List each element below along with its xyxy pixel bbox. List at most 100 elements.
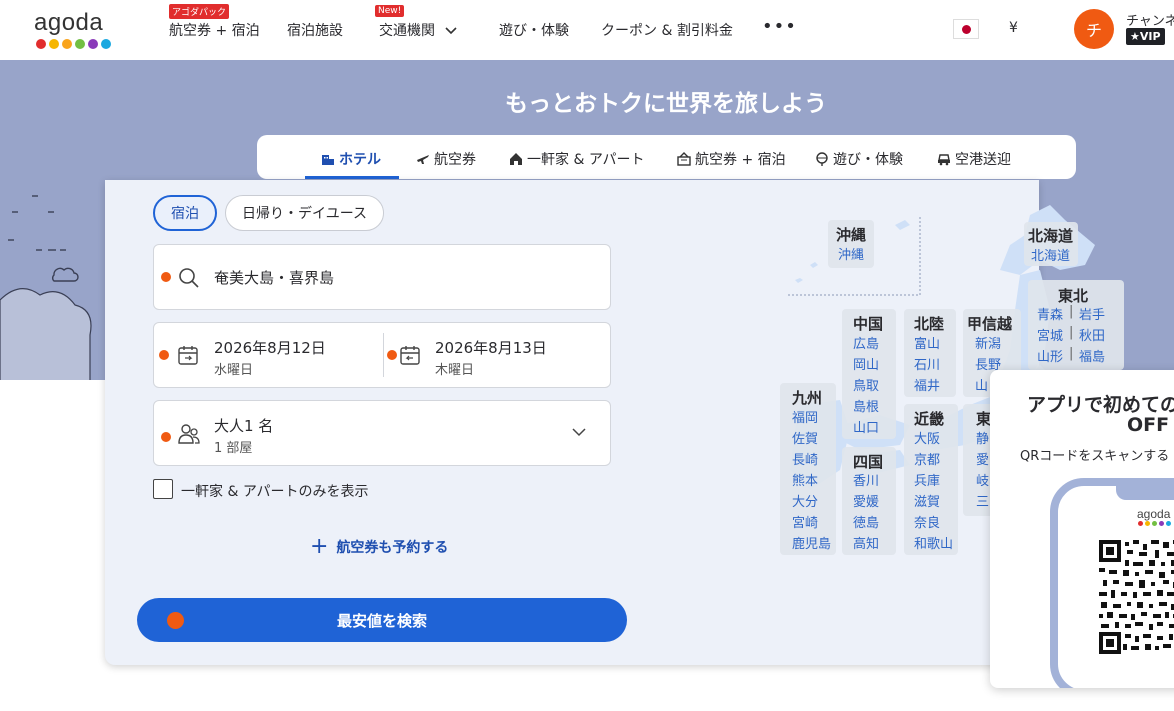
- stay-type-overnight[interactable]: 宿泊: [153, 195, 217, 231]
- region-hokuriku-name[interactable]: 北陸: [914, 313, 944, 334]
- pref-nara[interactable]: 奈良: [914, 512, 940, 531]
- hero-title: もっとおトクに世界を旅しよう: [505, 91, 827, 117]
- search-button[interactable]: 最安値を検索: [137, 598, 627, 642]
- checkin-date-value: 2026年8月12日: [214, 339, 326, 357]
- pref-mie[interactable]: 三: [976, 491, 989, 510]
- region-okinawa-name[interactable]: 沖縄: [836, 224, 866, 245]
- pref-wakayama[interactable]: 和歌山: [914, 533, 953, 552]
- pref-niigata[interactable]: 新潟: [975, 333, 1001, 352]
- house-icon: [510, 153, 522, 165]
- add-flight-label: 航空券も予約する: [336, 540, 449, 556]
- avatar[interactable]: チ: [1074, 9, 1114, 49]
- tab-flights[interactable]: 航空券: [416, 149, 476, 169]
- pref-tokushima[interactable]: 徳島: [853, 512, 879, 531]
- user-name[interactable]: チャンネ: [1126, 10, 1174, 29]
- region-tokai-name[interactable]: 東: [976, 408, 991, 429]
- destination-value: 奄美大島・喜界島: [214, 269, 335, 287]
- app-promo-popup: アプリで初めての OFF QRコードをスキャンする agoda: [990, 370, 1174, 688]
- add-flight-link[interactable]: + 航空券も予約する: [310, 534, 449, 559]
- nav-transport[interactable]: 交通機関: [379, 20, 458, 40]
- pref-kagawa[interactable]: 香川: [853, 470, 879, 489]
- checkout-day-value: 木曜日: [435, 363, 475, 378]
- pref-kyoto[interactable]: 京都: [914, 449, 940, 468]
- destination-field[interactable]: 奄美大島・喜界島: [153, 244, 611, 310]
- nav-activities[interactable]: 遊び・体験: [499, 20, 569, 40]
- currency-selector[interactable]: ¥: [1009, 20, 1018, 36]
- chevron-down-icon: [572, 428, 586, 437]
- checkin-day-value: 水曜日: [214, 363, 254, 378]
- agoda-logo[interactable]: agoda: [34, 9, 114, 53]
- rooms-value: 1 部屋: [214, 441, 253, 456]
- pref-kagoshima[interactable]: 鹿児島: [792, 533, 831, 552]
- nav-accommodation[interactable]: 宿泊施設: [287, 20, 343, 40]
- pref-iwate[interactable]: 岩手: [1079, 304, 1105, 323]
- pref-hiroshima[interactable]: 広島: [853, 333, 879, 352]
- tab-packages[interactable]: 航空券 + 宿泊: [677, 149, 786, 169]
- pref-osaka[interactable]: 大阪: [914, 428, 940, 447]
- region-kyushu-name[interactable]: 九州: [792, 387, 822, 408]
- plus-icon: +: [310, 534, 329, 559]
- pref-gifu[interactable]: 岐: [976, 470, 989, 489]
- pref-shizuoka[interactable]: 静: [976, 428, 989, 447]
- promo-title-line1: アプリで初めての: [1027, 394, 1174, 416]
- pref-tottori[interactable]: 鳥取: [853, 375, 879, 394]
- pref-aichi[interactable]: 愛: [976, 449, 989, 468]
- pref-miyazaki[interactable]: 宮崎: [792, 512, 818, 531]
- region-chugoku-name[interactable]: 中国: [853, 313, 883, 334]
- pref-okayama[interactable]: 岡山: [853, 354, 879, 373]
- home-only-checkbox[interactable]: [153, 479, 173, 499]
- pref-ishikawa[interactable]: 石川: [914, 354, 940, 373]
- qr-code-icon[interactable]: [1099, 540, 1174, 654]
- pref-saga[interactable]: 佐賀: [792, 428, 818, 447]
- promo-logo-text: agoda: [1137, 507, 1171, 521]
- pref-kumamoto[interactable]: 熊本: [792, 470, 818, 489]
- promo-subtitle: QRコードをスキャンする: [1020, 449, 1170, 464]
- tab-activities[interactable]: 遊び・体験: [815, 149, 903, 169]
- checkout-date[interactable]: 2026年8月13日 木曜日: [385, 323, 611, 387]
- search-button-label: 最安値を検索: [336, 611, 427, 630]
- pref-yamanashi[interactable]: 山: [975, 375, 988, 394]
- tab-homes[interactable]: 一軒家 & アパート: [509, 149, 645, 169]
- tab-packages-label: 航空券 + 宿泊: [695, 152, 786, 168]
- promo-title-line2: OFF: [1127, 414, 1170, 436]
- pref-toyama[interactable]: 富山: [914, 333, 940, 352]
- pref-oita[interactable]: 大分: [792, 491, 818, 510]
- tab-airport-transfer[interactable]: 空港送迎: [937, 149, 1011, 169]
- region-kinki-name[interactable]: 近畿: [914, 408, 944, 429]
- pref-fukui[interactable]: 福井: [914, 375, 940, 394]
- region-hokkaido-name[interactable]: 北海道: [1028, 225, 1073, 246]
- guests-field[interactable]: 大人1 名 1 部屋: [153, 400, 611, 466]
- region-koshinetsu-name[interactable]: 甲信越: [967, 313, 1012, 334]
- stay-type-dayuse[interactable]: 日帰り・デイユース: [225, 195, 384, 231]
- nav-coupons[interactable]: クーポン & 割引料金: [601, 20, 733, 40]
- pref-shimane[interactable]: 島根: [853, 396, 879, 415]
- required-dot: [161, 432, 171, 442]
- region-tohoku-name[interactable]: 東北: [1058, 285, 1088, 306]
- pref-akita[interactable]: 秋田: [1079, 325, 1105, 344]
- nav-flight-hotel[interactable]: 航空券 + 宿泊: [169, 20, 260, 40]
- pref-shiga[interactable]: 滋賀: [914, 491, 940, 510]
- package-badge: アゴダパック: [169, 4, 230, 19]
- hero-illustration: [0, 195, 92, 380]
- pref-yamaguchi[interactable]: 山口: [853, 417, 879, 436]
- pref-aomori[interactable]: 青森: [1037, 304, 1063, 323]
- pref-yamagata[interactable]: 山形: [1037, 346, 1063, 365]
- activities-icon: [816, 152, 828, 166]
- pref-ehime[interactable]: 愛媛: [853, 491, 879, 510]
- pref-nagasaki[interactable]: 長崎: [792, 449, 818, 468]
- guests-icon: [178, 424, 200, 444]
- pref-miyagi[interactable]: 宮城: [1037, 325, 1063, 344]
- pref-okinawa[interactable]: 沖縄: [838, 244, 864, 263]
- more-menu-icon[interactable]: •••: [762, 16, 797, 37]
- region-shikoku-name[interactable]: 四国: [853, 451, 883, 472]
- pref-fukuoka[interactable]: 福岡: [792, 407, 818, 426]
- pref-fukushima[interactable]: 福島: [1079, 346, 1105, 365]
- product-tabs: ホテル 航空券 一軒家 & アパート 航空券 + 宿泊 遊び・体験 空港送迎: [257, 135, 1076, 179]
- checkin-date[interactable]: 2026年8月12日 水曜日: [154, 323, 384, 387]
- pref-kochi[interactable]: 高知: [853, 533, 879, 552]
- pref-hyogo[interactable]: 兵庫: [914, 470, 940, 489]
- japan-flag-icon[interactable]: [953, 19, 979, 39]
- date-field: 2026年8月12日 水曜日 2026年8月13日 木曜日: [153, 322, 611, 388]
- tab-hotel[interactable]: ホテル: [321, 149, 381, 169]
- pref-hokkaido[interactable]: 北海道: [1031, 245, 1070, 264]
